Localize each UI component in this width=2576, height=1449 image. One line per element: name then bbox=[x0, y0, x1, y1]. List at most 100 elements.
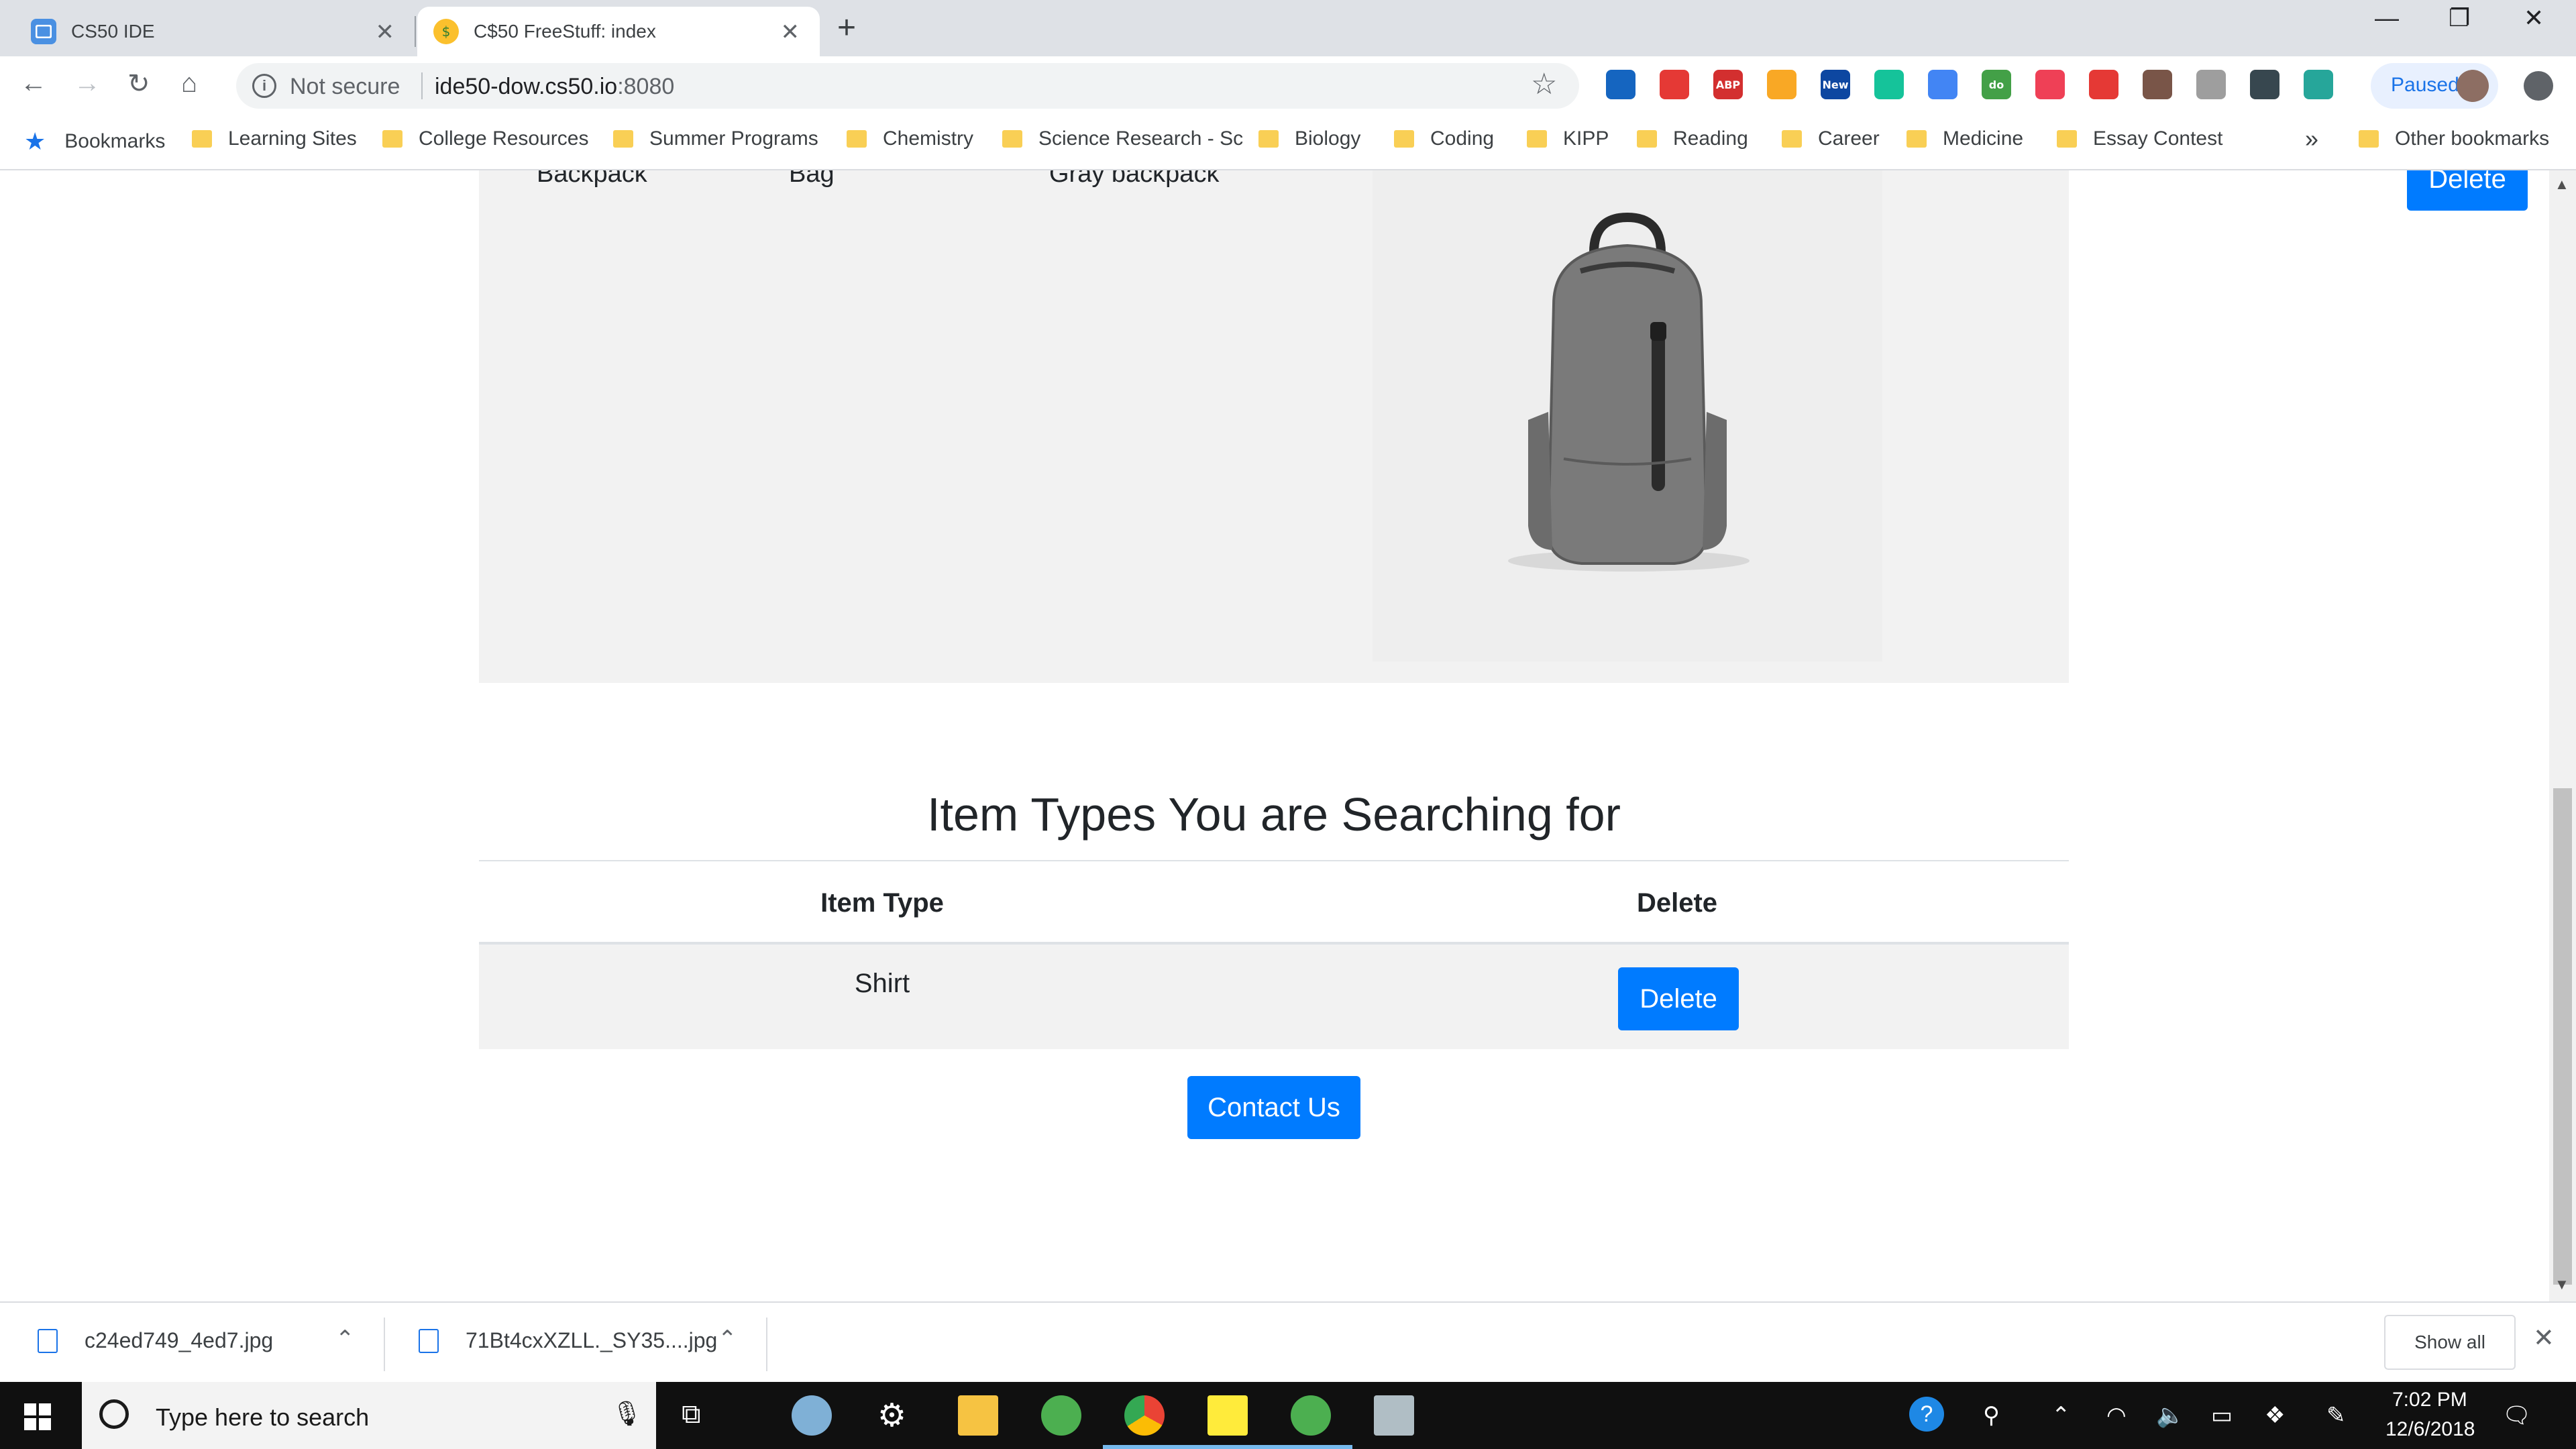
wifi-icon[interactable]: ◠ bbox=[2106, 1402, 2127, 1429]
new-badge-extension-icon[interactable]: New bbox=[1821, 70, 1850, 99]
bookmark-folder[interactable]: Learning Sites bbox=[192, 127, 357, 150]
url-text[interactable]: ide50-dow.cs50.io:8080 bbox=[435, 74, 674, 100]
file-explorer-icon[interactable] bbox=[958, 1395, 998, 1436]
bookmark-folder[interactable]: Chemistry bbox=[847, 127, 973, 150]
chrome-app-icon[interactable] bbox=[1124, 1395, 1165, 1436]
folder-icon bbox=[1394, 130, 1414, 148]
image-file-icon bbox=[38, 1328, 58, 1353]
item-category: Bag bbox=[789, 170, 835, 188]
compass-icon[interactable] bbox=[1767, 70, 1796, 99]
do-icon[interactable]: do bbox=[1982, 70, 2011, 99]
pocket-icon[interactable] bbox=[2035, 70, 2065, 99]
bookmark-label: KIPP bbox=[1563, 127, 1609, 150]
task-view-icon[interactable]: ⧉ bbox=[682, 1399, 701, 1430]
table-top-border bbox=[479, 860, 2069, 861]
f-extension-icon[interactable] bbox=[2196, 70, 2226, 99]
taskbar-search-box[interactable]: Type here to search 🎙 bbox=[82, 1382, 656, 1449]
info-icon[interactable]: i bbox=[252, 74, 276, 98]
download-item[interactable]: 71Bt4cxXZLL._SY35....jpg bbox=[419, 1328, 717, 1353]
bookmark-folder[interactable]: KIPP bbox=[1527, 127, 1609, 150]
bookmark-label: Essay Contest bbox=[2093, 127, 2223, 150]
security-label[interactable]: Not secure bbox=[290, 74, 400, 100]
scrollbar-thumb[interactable] bbox=[2553, 788, 2572, 1285]
scroll-up-arrow-icon[interactable]: ▲ bbox=[2555, 176, 2569, 193]
people-icon[interactable]: ⚲ bbox=[1983, 1402, 2000, 1429]
bookmark-folder[interactable]: Science Research - Sc bbox=[1002, 127, 1249, 150]
item-name: Backpack bbox=[537, 170, 647, 188]
chevron-up-icon[interactable]: ⌃ bbox=[718, 1326, 737, 1352]
paint-icon[interactable] bbox=[2143, 70, 2172, 99]
bookmark-folder[interactable]: Medicine bbox=[1907, 127, 2023, 150]
close-shelf-icon[interactable]: ✕ bbox=[2533, 1323, 2555, 1353]
address-bar[interactable]: i Not secure ide50-dow.cs50.io:8080 ☆ bbox=[236, 63, 1579, 109]
windows-start-icon[interactable] bbox=[24, 1403, 51, 1430]
pen-icon[interactable]: ✎ bbox=[2326, 1402, 2346, 1429]
atom-app-icon[interactable] bbox=[1041, 1395, 1081, 1436]
bookmark-folder[interactable]: Coding bbox=[1394, 127, 1494, 150]
contact-us-button[interactable]: Contact Us bbox=[1187, 1076, 1360, 1139]
dots-extension-icon[interactable] bbox=[2250, 70, 2279, 99]
tab-close-icon[interactable]: ✕ bbox=[781, 19, 800, 46]
bookmark-folder[interactable]: Reading bbox=[1637, 127, 1748, 150]
chevron-up-icon[interactable]: ⌃ bbox=[2051, 1402, 2071, 1429]
delete-type-button[interactable]: Delete bbox=[1618, 967, 1739, 1030]
bookmark-label: Chemistry bbox=[883, 127, 974, 150]
chrome-menu-icon[interactable] bbox=[2524, 71, 2553, 101]
back-icon[interactable]: ← bbox=[20, 68, 47, 99]
library-icon[interactable] bbox=[1606, 70, 1635, 99]
download-item[interactable]: c24ed749_4ed7.jpg bbox=[38, 1328, 273, 1353]
folder-icon bbox=[1637, 130, 1657, 148]
adblock-plus-icon[interactable]: ABP bbox=[1713, 70, 1743, 99]
bookmarks-button[interactable]: ★ Bookmarks bbox=[24, 127, 165, 156]
battery-icon[interactable]: ▭ bbox=[2211, 1402, 2233, 1429]
window-close-icon[interactable]: ✕ bbox=[2524, 4, 2544, 32]
bookmark-folder[interactable]: Essay Contest bbox=[2057, 127, 2222, 150]
forward-icon[interactable]: → bbox=[74, 68, 101, 99]
image-file-icon bbox=[419, 1328, 439, 1353]
cortana-icon bbox=[99, 1399, 129, 1429]
tab-freestuff-index[interactable]: $ C$50 FreeStuff: index ✕ bbox=[417, 7, 820, 56]
clock-date[interactable]: 12/6/2018 bbox=[2385, 1418, 2475, 1441]
atom-app-icon-2[interactable] bbox=[1291, 1395, 1331, 1436]
paint-app-icon[interactable] bbox=[792, 1395, 832, 1436]
bookmark-label: College Resources bbox=[419, 127, 589, 150]
tab-close-icon[interactable]: ✕ bbox=[376, 19, 395, 46]
help-icon[interactable]: ? bbox=[1909, 1397, 1944, 1432]
bookmark-folder[interactable]: Biology bbox=[1258, 127, 1360, 150]
sticky-notes-icon[interactable] bbox=[1208, 1395, 1248, 1436]
restore-icon[interactable]: ❐ bbox=[2449, 4, 2470, 32]
new-tab-icon[interactable]: + bbox=[837, 9, 856, 46]
clock-time[interactable]: 7:02 PM bbox=[2392, 1389, 2467, 1411]
dropbox-icon[interactable]: ❖ bbox=[2265, 1402, 2285, 1429]
chevron-up-icon[interactable]: ⌃ bbox=[335, 1326, 355, 1352]
bookmark-folder[interactable]: College Resources bbox=[382, 127, 588, 150]
bookmark-folder[interactable]: Summer Programs bbox=[613, 127, 818, 150]
profile-button[interactable]: Paused bbox=[2371, 63, 2498, 109]
home-icon[interactable]: ⌂ bbox=[181, 68, 197, 99]
settings-gear-icon[interactable]: ⚙ bbox=[877, 1397, 906, 1434]
notifications-icon[interactable]: 🗨 bbox=[2502, 1402, 2531, 1429]
pdf-icon[interactable] bbox=[2089, 70, 2118, 99]
show-all-downloads-button[interactable]: Show all bbox=[2384, 1315, 2516, 1370]
volume-icon[interactable]: 🔈 bbox=[2156, 1402, 2184, 1429]
microphone-icon[interactable]: 🎙 bbox=[612, 1399, 643, 1428]
printer-app-icon[interactable] bbox=[1374, 1395, 1414, 1436]
tab-cs50-ide[interactable]: CS50 IDE ✕ bbox=[0, 7, 415, 56]
folder-icon bbox=[2359, 130, 2379, 148]
reload-icon[interactable]: ↻ bbox=[127, 68, 150, 99]
active-app-indicator bbox=[1269, 1445, 1352, 1449]
other-bookmarks-folder[interactable]: Other bookmarks bbox=[2359, 127, 2549, 150]
bookmark-folder[interactable]: Career bbox=[1782, 127, 1880, 150]
url-port: :8080 bbox=[617, 74, 675, 99]
opera-icon[interactable] bbox=[1660, 70, 1689, 99]
delete-item-button[interactable]: Delete bbox=[2407, 170, 2528, 211]
money-face-favicon-icon: $ bbox=[433, 19, 459, 44]
scroll-down-arrow-icon[interactable]: ▼ bbox=[2555, 1276, 2569, 1293]
minimize-icon[interactable]: — bbox=[2375, 4, 2399, 32]
bookmarks-overflow-icon[interactable]: » bbox=[2305, 125, 2318, 153]
bookmark-label: Biology bbox=[1295, 127, 1361, 150]
bookmark-star-icon[interactable]: ☆ bbox=[1531, 67, 1557, 101]
mercury-icon[interactable] bbox=[2304, 70, 2333, 99]
google-drive-icon[interactable] bbox=[1928, 70, 1957, 99]
grammarly-icon[interactable] bbox=[1874, 70, 1904, 99]
